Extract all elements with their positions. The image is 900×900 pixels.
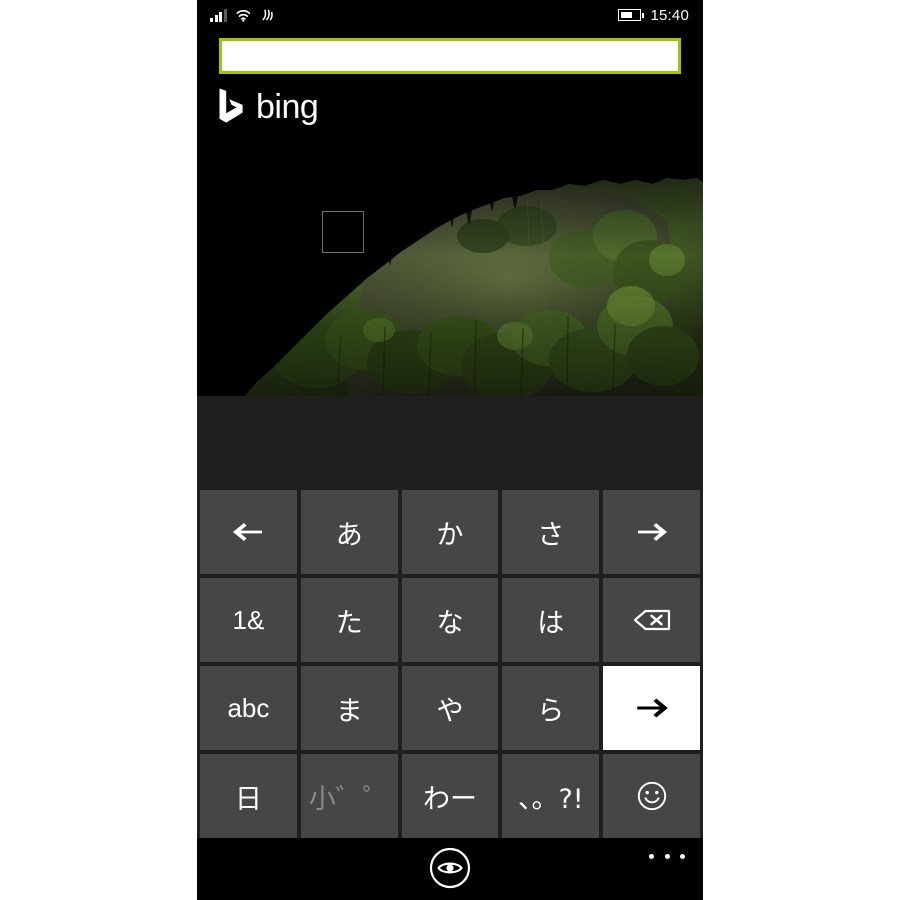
- key-emoji[interactable]: [603, 754, 700, 838]
- key-backspace[interactable]: [603, 578, 700, 662]
- bing-logo-icon: [218, 88, 246, 124]
- key-abc[interactable]: abc: [200, 666, 297, 750]
- arrow-left-icon: [233, 523, 263, 541]
- suggestion-bar: [197, 396, 703, 490]
- data-transfer-icon: [260, 8, 274, 22]
- eye-in-circle-icon: [429, 847, 471, 889]
- key-ra[interactable]: ら: [502, 666, 600, 750]
- vision-button[interactable]: [429, 847, 471, 889]
- hotspot-square-icon[interactable]: [322, 211, 364, 253]
- more-button[interactable]: [649, 846, 685, 866]
- key-numbers-symbols[interactable]: 1&: [200, 578, 297, 662]
- ellipsis-dot: [664, 853, 670, 859]
- status-bar: 15:40: [197, 0, 703, 30]
- battery-icon: [618, 9, 645, 21]
- clock: 15:40: [650, 6, 689, 24]
- key-ta[interactable]: た: [300, 578, 398, 662]
- key-small-dakuten[interactable]: 小゛゜: [300, 754, 398, 838]
- keyboard-row-1: あ か さ: [197, 490, 703, 578]
- keyboard-row-2: 1& た な は: [197, 578, 703, 666]
- bing-wordmark: bing: [256, 88, 319, 126]
- wifi-icon: [235, 9, 251, 22]
- ellipsis-dot: [649, 853, 654, 859]
- key-wa[interactable]: わー: [401, 754, 499, 838]
- signal-bars-icon: [210, 8, 227, 22]
- screenshot-canvas: 15:40 bing あ か さ 1& た な は abc ま や ら 日 小゛…: [0, 0, 900, 900]
- search-box[interactable]: [219, 38, 681, 74]
- status-bar-left-group: [210, 0, 274, 30]
- smiley-icon: [637, 781, 666, 811]
- key-a[interactable]: あ: [300, 490, 398, 574]
- key-japanese-mode[interactable]: 日: [200, 754, 297, 838]
- key-ka[interactable]: か: [401, 490, 499, 574]
- key-na[interactable]: な: [401, 578, 499, 662]
- backspace-icon: [633, 609, 670, 631]
- keyboard-row-4: 日 小゛゜ わー 、。?!: [197, 754, 703, 842]
- key-ya[interactable]: や: [401, 666, 499, 750]
- key-ha[interactable]: は: [502, 578, 600, 662]
- status-bar-right-group: 15:40: [618, 0, 689, 30]
- phone-screen: 15:40 bing あ か さ 1& た な は abc ま や ら 日 小゛…: [197, 0, 703, 900]
- keyboard-row-3: abc ま や ら: [197, 666, 703, 754]
- key-punctuation[interactable]: 、。?!: [502, 754, 600, 838]
- app-bar: [197, 838, 703, 900]
- on-screen-keyboard[interactable]: あ か さ 1& た な は abc ま や ら 日 小゛゜ わー 、。?!: [197, 490, 703, 838]
- key-enter[interactable]: [603, 666, 700, 750]
- bing-logo: bing: [218, 88, 319, 126]
- ellipsis-dot: [680, 853, 685, 859]
- key-left-arrow[interactable]: [200, 490, 297, 574]
- arrow-right-icon: [637, 523, 667, 541]
- key-right-arrow[interactable]: [603, 490, 700, 574]
- search-input[interactable]: [230, 47, 670, 65]
- key-sa[interactable]: さ: [502, 490, 600, 574]
- key-ma[interactable]: ま: [300, 666, 398, 750]
- arrow-right-icon: [636, 698, 668, 718]
- daily-wallpaper-image[interactable]: [197, 140, 703, 396]
